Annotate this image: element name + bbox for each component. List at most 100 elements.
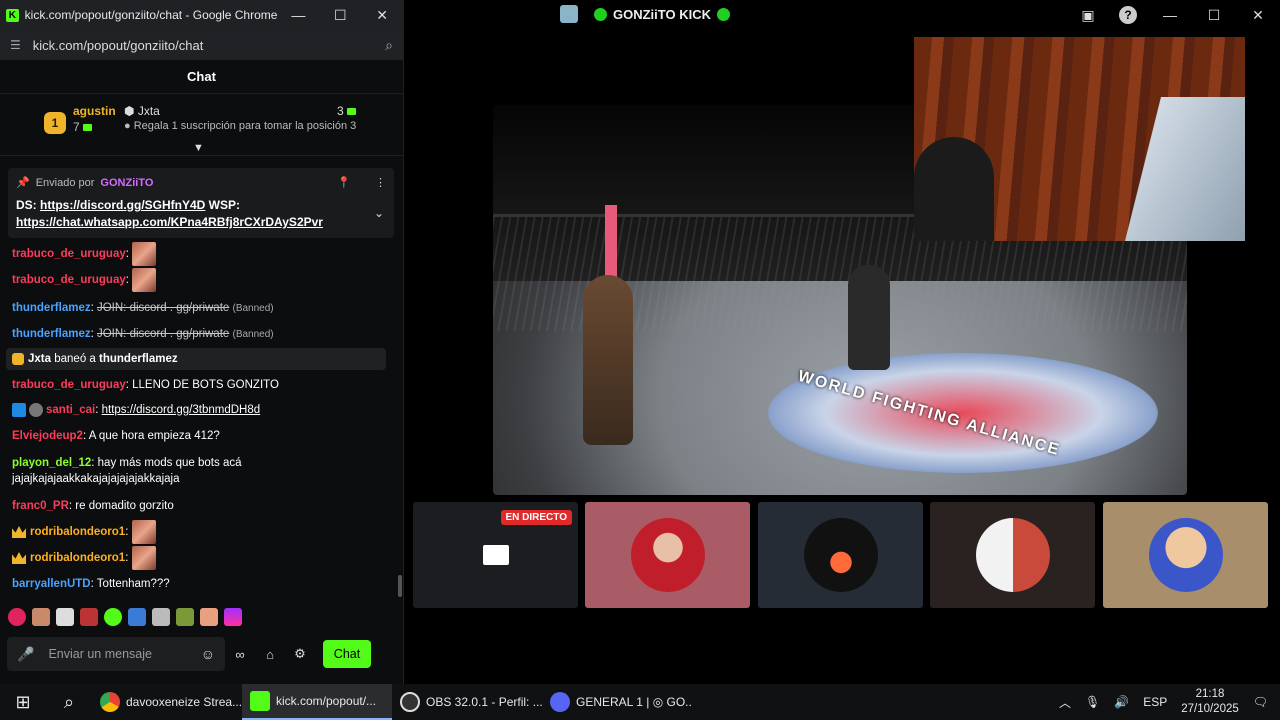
- emote-icon[interactable]: [8, 608, 26, 626]
- unpin-icon[interactable]: 📍: [337, 176, 351, 189]
- send-chat-button[interactable]: Chat: [323, 640, 371, 668]
- chat-username[interactable]: santi_cai: [46, 404, 95, 416]
- ban-notice: Jxta baneó a thunderflamez: [6, 348, 386, 370]
- chat-username[interactable]: franc0_PR: [12, 500, 69, 512]
- emote-icon[interactable]: [176, 608, 194, 626]
- emote-icon[interactable]: [104, 608, 122, 626]
- chat-username[interactable]: barryallenUTD: [12, 578, 91, 590]
- help-button[interactable]: ?: [1108, 6, 1148, 24]
- leader-user-2[interactable]: ⬢ Jxta: [124, 104, 160, 118]
- participant-tiles: EN DIRECTO: [413, 502, 1269, 608]
- chat-username[interactable]: trabuco_de_uruguay: [12, 248, 126, 260]
- leader-count-1: 7: [73, 120, 92, 134]
- pinned-owner[interactable]: GONZiiTO: [100, 177, 153, 189]
- emoji-icon[interactable]: ☺: [201, 646, 215, 662]
- emote-icon[interactable]: [56, 608, 74, 626]
- discord-link[interactable]: https://discord.gg/SGHfnY4D: [40, 198, 205, 212]
- settings-icon[interactable]: ⚙: [285, 646, 315, 662]
- chat-message: barryallenUTD: Tottenham???: [12, 578, 170, 590]
- chat-scrollbar[interactable]: [398, 575, 402, 597]
- emote-icon[interactable]: [224, 608, 242, 626]
- taskbar-item-kick[interactable]: kick.com/popout/...: [242, 684, 392, 720]
- microphone-icon[interactable]: 🎙: [1085, 695, 1100, 709]
- rank-badge: 1: [44, 112, 66, 134]
- zoom-icon[interactable]: ⌕: [385, 37, 393, 54]
- discord-icon: [550, 692, 570, 712]
- collapse-icon[interactable]: ▼: [193, 142, 204, 154]
- video-ring-logo: [768, 353, 1158, 473]
- participant-tile[interactable]: [585, 502, 750, 608]
- maximize-button[interactable]: ☐: [319, 7, 361, 24]
- close-button[interactable]: ✕: [361, 7, 403, 24]
- mod-shield-icon: [12, 352, 24, 365]
- emote-icon[interactable]: [200, 608, 218, 626]
- chat-message: thunderflamez: JOIN: discord . gg/priwat…: [12, 302, 274, 314]
- emote-icon[interactable]: [32, 608, 50, 626]
- microphone-icon[interactable]: 🎤: [17, 646, 34, 663]
- taskbar-item-discord[interactable]: GENERAL 1 | ◎ GO...: [542, 684, 692, 720]
- windows-taskbar: ⊞ ⌕ davooxeneize Strea... kick.com/popou…: [0, 684, 1280, 720]
- participant-tile[interactable]: [930, 502, 1095, 608]
- chat-username[interactable]: Elviejodeup2: [12, 430, 83, 442]
- chat-message: Elviejodeup2: A que hora empieza 412?: [12, 430, 220, 442]
- emote-icon[interactable]: [128, 608, 146, 626]
- chat-username[interactable]: thunderflamez: [12, 328, 91, 340]
- live-dot-icon: [716, 7, 730, 21]
- emote-icon: [131, 546, 156, 570]
- participant-tile[interactable]: [758, 502, 923, 608]
- taskbar-item-chrome[interactable]: davooxeneize Strea...: [92, 684, 242, 720]
- avatar: [975, 518, 1050, 592]
- chevron-up-icon[interactable]: ︿: [1059, 694, 1071, 711]
- chevron-down-icon[interactable]: ⌄: [374, 206, 384, 220]
- notifications-icon[interactable]: 🗨: [1253, 695, 1268, 709]
- site-settings-icon[interactable]: ☰: [10, 38, 21, 52]
- pin-icon: 📌: [16, 177, 30, 189]
- url-text[interactable]: kick.com/popout/gonziito/chat: [33, 38, 385, 53]
- streamer-webcam: [914, 37, 1245, 241]
- search-icon[interactable]: ⌕: [46, 684, 92, 720]
- pinned-text: DS: https://discord.gg/SGHfnY4D WSP: htt…: [16, 198, 323, 229]
- sub-badge-icon: [12, 402, 26, 417]
- chat-username[interactable]: trabuco_de_uruguay: [12, 379, 126, 391]
- window-titlebar: K kick.com/popout/gonziito/chat - Google…: [0, 0, 403, 30]
- video-fighter: [583, 275, 633, 445]
- chat-username[interactable]: trabuco_de_uruguay: [12, 274, 126, 286]
- message-input[interactable]: [48, 647, 201, 661]
- screenshare-tile[interactable]: EN DIRECTO: [413, 502, 578, 608]
- chrome-chat-window: K kick.com/popout/gonziito/chat - Google…: [0, 0, 404, 684]
- chat-username[interactable]: rodribalondeoro1: [30, 526, 125, 538]
- chat-message: thunderflamez: JOIN: discord . gg/priwat…: [12, 328, 274, 340]
- chat-username[interactable]: thunderflamez: [12, 302, 91, 314]
- minimize-button[interactable]: —: [277, 7, 319, 23]
- minimize-button[interactable]: —: [1148, 7, 1192, 23]
- language-indicator[interactable]: ESP: [1143, 695, 1167, 709]
- screenshare-icon: [482, 545, 509, 565]
- more-options-icon[interactable]: ⋮: [375, 176, 386, 189]
- emote-icon[interactable]: [80, 608, 98, 626]
- picture-in-picture-icon[interactable]: ▣: [1068, 7, 1108, 24]
- chat-username[interactable]: rodribalondeoro1: [30, 552, 125, 564]
- store-icon[interactable]: ⌂: [255, 647, 285, 662]
- emote-icon: [132, 268, 157, 292]
- close-button[interactable]: ✕: [1236, 7, 1280, 24]
- pinned-message: 📌 Enviado por GONZiiTO 📍 ⋮ DS: https://d…: [8, 168, 394, 238]
- leader-hint: ● Regala 1 suscripción para tomar la pos…: [124, 120, 357, 132]
- participant-tile[interactable]: [1103, 502, 1268, 608]
- message-input-wrap: 🎤 ☺: [7, 637, 225, 671]
- chat-header: Chat: [0, 60, 403, 94]
- address-bar[interactable]: ☰ kick.com/popout/gonziito/chat ⌕: [0, 30, 403, 60]
- windows-start-icon[interactable]: ⊞: [0, 684, 46, 720]
- clock[interactable]: 21:18 27/10/2025: [1181, 687, 1239, 717]
- speaker-icon[interactable]: 🔊: [1114, 695, 1129, 709]
- kicks-icon[interactable]: ∞: [225, 647, 255, 662]
- emote-icon[interactable]: [152, 608, 170, 626]
- crown-icon: [12, 526, 26, 538]
- maximize-button[interactable]: ☐: [1192, 7, 1236, 24]
- live-badge: EN DIRECTO: [500, 510, 572, 525]
- taskbar-item-obs[interactable]: OBS 32.0.1 - Perfil: ...: [392, 684, 542, 720]
- chat-link[interactable]: https://discord.gg/3tbnmdDH8d: [102, 404, 261, 416]
- obs-icon: [400, 692, 420, 712]
- whatsapp-link[interactable]: https://chat.whatsapp.com/KPna4RBfj8rCXr…: [16, 215, 323, 229]
- chat-username[interactable]: playon_del_12: [12, 457, 91, 469]
- leader-user-1[interactable]: agustin: [73, 104, 116, 118]
